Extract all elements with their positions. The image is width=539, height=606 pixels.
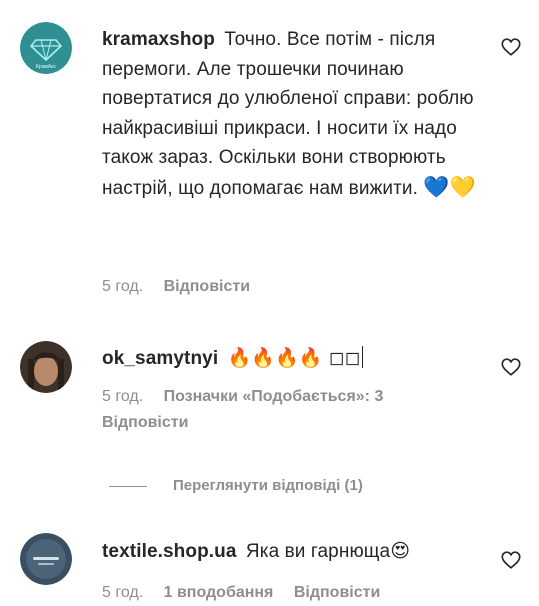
blue-yellow-hearts-emoji: 💙💛 bbox=[423, 174, 476, 199]
comment-meta: 5 год. Відповісти bbox=[102, 274, 462, 300]
comment-meta: 5 год. 1 вподобання Відповісти bbox=[102, 580, 462, 606]
comment-text: 🔥🔥🔥🔥 ◻◻ bbox=[227, 347, 361, 369]
text-caret bbox=[361, 346, 363, 368]
avatar-kramaxshop[interactable]: КрамАкс bbox=[20, 22, 72, 74]
comment-text: Яка ви гарнюща😍 bbox=[245, 541, 411, 562]
avatar-ok-samytnyi[interactable] bbox=[20, 341, 72, 393]
view-replies-label: Переглянути відповіді (1) bbox=[173, 477, 363, 494]
comment-text: Точно. Все потім - після перемоги. Але т… bbox=[102, 29, 474, 199]
reply-button[interactable]: Відповісти bbox=[102, 414, 188, 431]
like-heart-icon[interactable] bbox=[500, 356, 522, 378]
avatar-logo-text: КрамАкс bbox=[36, 64, 56, 70]
likes-count-link[interactable]: Позначки «Подобається»: 3 bbox=[164, 388, 384, 405]
replies-divider-line bbox=[109, 485, 147, 487]
comment-body: ok_samytnyi 🔥🔥🔥🔥 ◻◻ bbox=[102, 344, 492, 374]
like-heart-icon[interactable] bbox=[500, 549, 522, 571]
comment-time: 5 год. bbox=[102, 278, 144, 295]
comment-time: 5 год. bbox=[102, 584, 144, 601]
comment-username[interactable]: ok_samytnyi bbox=[102, 348, 218, 369]
comment-body: kramaxshop Точно. Все потім - після пере… bbox=[102, 25, 492, 203]
comment-username[interactable]: kramaxshop bbox=[102, 29, 215, 50]
view-replies-button[interactable]: Переглянути відповіді (1) bbox=[109, 476, 363, 496]
reply-button[interactable]: Відповісти bbox=[164, 278, 250, 295]
comment-meta: 5 год. Позначки «Подобається»: 3 Відпові… bbox=[102, 384, 462, 436]
comment-body: textile.shop.ua Яка ви гарнюща😍 bbox=[102, 537, 492, 567]
comment-time: 5 год. bbox=[102, 388, 144, 405]
comment-username[interactable]: textile.shop.ua bbox=[102, 541, 237, 562]
avatar-textile-shop-ua[interactable] bbox=[20, 533, 72, 585]
like-heart-icon[interactable] bbox=[500, 36, 522, 58]
reply-button[interactable]: Відповісти bbox=[294, 584, 380, 601]
likes-count-link[interactable]: 1 вподобання bbox=[164, 584, 274, 601]
